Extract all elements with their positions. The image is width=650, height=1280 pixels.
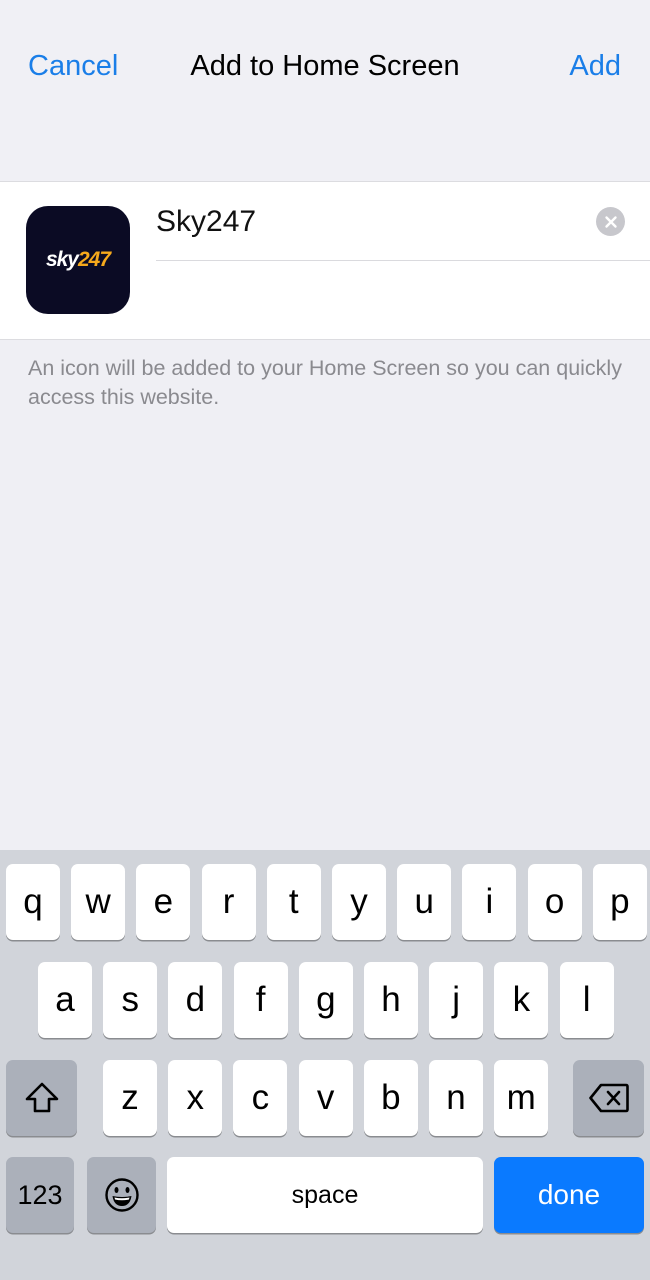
key-l[interactable]: l: [559, 962, 614, 1038]
key-s[interactable]: s: [103, 962, 158, 1038]
key-e[interactable]: e: [136, 864, 191, 940]
backspace-icon: [588, 1083, 629, 1113]
done-key[interactable]: done: [494, 1157, 644, 1233]
key-v[interactable]: v: [298, 1060, 353, 1136]
page-title: Add to Home Screen: [190, 50, 460, 82]
key-x[interactable]: x: [168, 1060, 223, 1136]
key-f[interactable]: f: [233, 962, 288, 1038]
key-g[interactable]: g: [298, 962, 353, 1038]
app-icon: sky 247: [26, 206, 130, 314]
clear-circle-icon: [604, 215, 617, 228]
key-h[interactable]: h: [364, 962, 418, 1038]
emoji-smiley-icon: [104, 1178, 139, 1212]
key-u[interactable]: u: [397, 864, 452, 940]
key-o[interactable]: o: [527, 864, 582, 940]
key-z[interactable]: z: [103, 1060, 157, 1136]
space-key[interactable]: space: [167, 1157, 483, 1233]
key-m[interactable]: m: [494, 1060, 549, 1136]
home-screen-entry-card: sky 247: [0, 182, 650, 340]
app-name-input[interactable]: [156, 202, 596, 242]
emoji-key[interactable]: [87, 1157, 156, 1233]
key-j[interactable]: j: [429, 962, 484, 1038]
footer-note: An icon will be added to your Home Scree…: [28, 356, 622, 409]
navigation-bar: Cancel Add to Home Screen Add: [0, 0, 650, 182]
shift-key[interactable]: [6, 1060, 77, 1136]
delete-key[interactable]: [573, 1060, 644, 1136]
app-icon-text-247: 247: [78, 248, 111, 271]
key-r[interactable]: r: [201, 864, 256, 940]
key-c[interactable]: c: [233, 1060, 288, 1136]
key-y[interactable]: y: [332, 864, 386, 940]
add-button[interactable]: Add: [569, 50, 621, 83]
field-underline: [156, 260, 650, 261]
numbers-key[interactable]: 123: [6, 1157, 74, 1233]
app-icon-text-sky: sky: [45, 248, 79, 271]
key-t[interactable]: t: [266, 864, 321, 940]
key-b[interactable]: b: [363, 1060, 418, 1136]
key-p[interactable]: p: [592, 864, 647, 940]
shift-arrow-icon: [25, 1082, 58, 1113]
key-w[interactable]: w: [71, 864, 126, 940]
key-d[interactable]: d: [168, 962, 223, 1038]
key-a[interactable]: a: [38, 962, 92, 1038]
key-k[interactable]: k: [494, 962, 549, 1038]
clear-text-button[interactable]: [596, 207, 625, 236]
keyboard: 123 space done qwertyuiop asdfghjkl zxcvbn…: [0, 850, 650, 1280]
key-q[interactable]: q: [6, 864, 60, 940]
key-i[interactable]: i: [462, 864, 517, 940]
key-n[interactable]: n: [429, 1060, 483, 1136]
